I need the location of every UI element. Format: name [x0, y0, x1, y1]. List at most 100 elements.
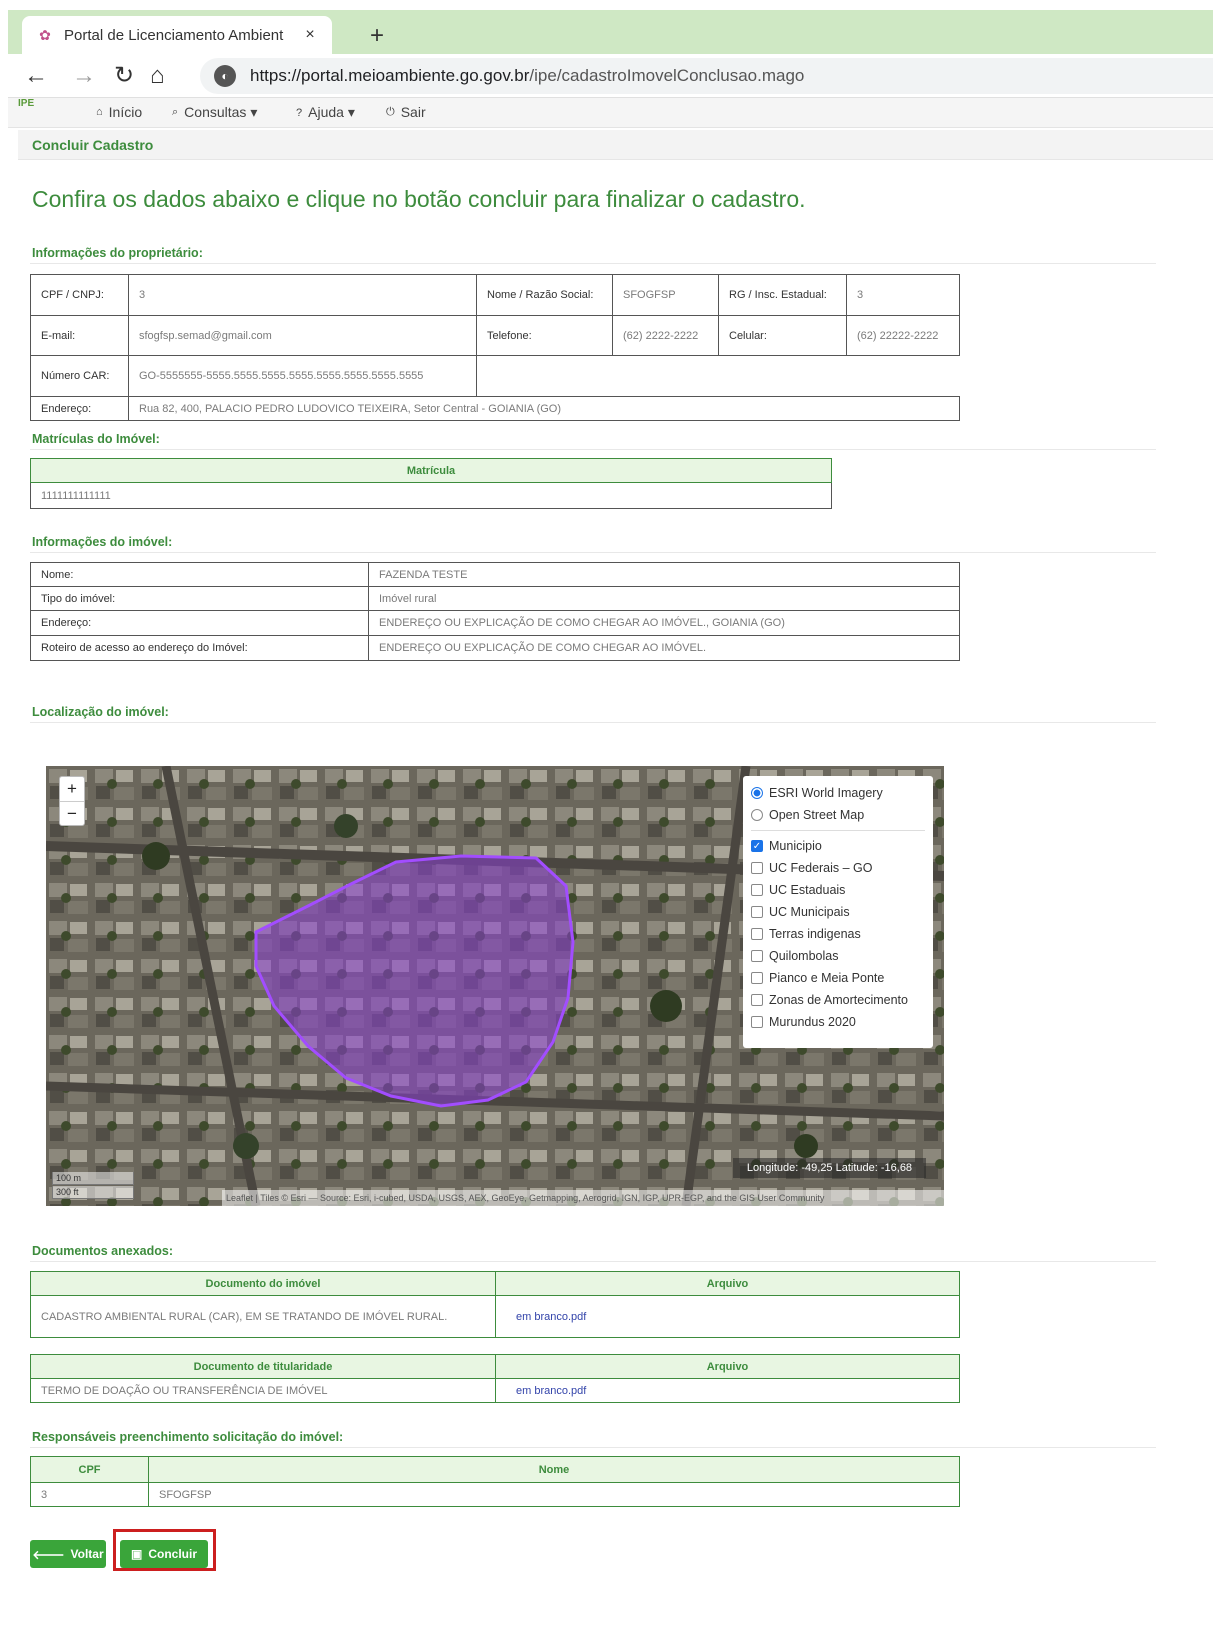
layer-label: Zonas de Amortecimento	[769, 993, 908, 1007]
documento-titularidade-file-link[interactable]: em branco.pdf	[495, 1378, 960, 1403]
endereco-label: Endereço:	[30, 396, 129, 421]
location-map[interactable]: + − ESRI World Imagery Open Street Map ✓…	[46, 766, 944, 1206]
base-layer-osm[interactable]: Open Street Map	[751, 804, 925, 826]
back-arrow-icon[interactable]: ←	[24, 62, 48, 90]
imovel-nome-value: FAZENDA TESTE	[368, 562, 960, 587]
section-divider	[30, 722, 1156, 723]
layer-label: UC Estaduais	[769, 883, 846, 897]
checkbox[interactable]	[751, 906, 763, 918]
car-value: GO-5555555-5555.5555.5555.5555.5555.5555…	[128, 355, 477, 397]
save-icon: ▣	[130, 1547, 143, 1561]
documento-imovel-file-link[interactable]: em branco.pdf	[495, 1295, 960, 1338]
reload-icon[interactable]: ↻	[114, 62, 134, 90]
page-title: Confira os dados abaixo e clique no botã…	[32, 186, 806, 212]
documentos-section-title: Documentos anexados:	[32, 1244, 174, 1258]
overlay-murundus[interactable]: Murundus 2020	[751, 1011, 925, 1033]
concluir-button[interactable]: ▣ Concluir	[120, 1540, 208, 1568]
overlay-zonas-amortecimento[interactable]: Zonas de Amortecimento	[751, 989, 925, 1011]
table-row: 3 SFOGFSP	[30, 1482, 960, 1507]
imovel-endereco-label: Endereço:	[30, 610, 369, 636]
close-tab-icon[interactable]: ×	[298, 26, 322, 44]
table-row: Nome: FAZENDA TESTE	[30, 562, 960, 587]
overlay-municipio[interactable]: ✓ Municipio	[751, 835, 925, 857]
overlay-uc-municipais[interactable]: UC Municipais	[751, 901, 925, 923]
empty-cell	[476, 355, 960, 397]
table-row: CADASTRO AMBIENTAL RURAL (CAR), EM SE TR…	[30, 1295, 960, 1338]
checkbox[interactable]	[751, 972, 763, 984]
table-row: Tipo do imóvel: Imóvel rural	[30, 586, 960, 611]
nav-inicio-label: Início	[108, 104, 143, 120]
responsavel-nome: SFOGFSP	[148, 1482, 960, 1507]
checkbox-checked[interactable]: ✓	[751, 840, 763, 852]
section-divider	[30, 552, 1156, 553]
overlay-uc-estaduais[interactable]: UC Estaduais	[751, 879, 925, 901]
celular-value: (62) 22222-2222	[846, 315, 960, 356]
imovel-roteiro-value: ENDEREÇO OU EXPLICAÇÃO DE COMO CHEGAR AO…	[368, 635, 960, 661]
radio-selected[interactable]	[751, 787, 763, 799]
zoom-out-button[interactable]: −	[60, 801, 84, 825]
overlay-pianco[interactable]: Pianco e Meia Ponte	[751, 967, 925, 989]
overlay-uc-federais[interactable]: UC Federais – GO	[751, 857, 925, 879]
cpf-value: 3	[128, 274, 477, 316]
layer-label: Murundus 2020	[769, 1015, 856, 1029]
concluir-label: Concluir	[148, 1547, 197, 1561]
new-tab-button[interactable]: +	[370, 24, 384, 48]
voltar-label: Voltar	[70, 1547, 104, 1561]
imovel-section-title: Informações do imóvel:	[32, 535, 173, 549]
power-icon: ⏻	[386, 105, 395, 118]
overlay-terras-indigenas[interactable]: Terras indigenas	[751, 923, 925, 945]
voltar-button[interactable]: 🡐 Voltar	[30, 1540, 106, 1568]
responsavel-cpf: 3	[30, 1482, 149, 1507]
nav-sair[interactable]: ⏻ Sair	[386, 104, 426, 120]
table-row: Roteiro de acesso ao endereço do Imóvel:…	[30, 635, 960, 661]
site-info-icon[interactable]: ◐	[214, 65, 236, 87]
car-label: Número CAR:	[30, 355, 129, 397]
nav-inicio[interactable]: ⌂ Início	[96, 104, 142, 120]
matriculas-table: Matrícula 1111111111111	[30, 458, 832, 509]
overlay-quilombolas[interactable]: Quilombolas	[751, 945, 925, 967]
checkbox[interactable]	[751, 862, 763, 874]
breadcrumb-current: Concluir Cadastro	[32, 137, 154, 153]
responsaveis-table: CPF Nome 3 SFOGFSP	[30, 1456, 960, 1507]
imovel-table: Nome: FAZENDA TESTE Tipo do imóvel: Imóv…	[30, 562, 960, 661]
cpf-label: CPF / CNPJ:	[30, 274, 129, 316]
scale-bar-metric: 100 m	[52, 1172, 134, 1185]
nome-value: SFOGFSP	[612, 274, 719, 316]
checkbox[interactable]	[751, 884, 763, 896]
nav-ajuda-label: Ajuda ▾	[308, 104, 355, 120]
documento-titularidade-name: TERMO DE DOAÇÃO OU TRANSFERÊNCIA DE IMÓV…	[30, 1378, 496, 1403]
rg-label: RG / Insc. Estadual:	[718, 274, 847, 316]
endereco-value: Rua 82, 400, PALACIO PEDRO LUDOVICO TEIX…	[128, 396, 960, 421]
url-scheme-host: https://portal.meioambiente.go.gov.br	[250, 66, 530, 85]
responsaveis-section-title: Responsáveis preenchimento solicitação d…	[32, 1430, 344, 1444]
layer-label: Open Street Map	[769, 808, 865, 822]
imovel-nome-label: Nome:	[30, 562, 369, 587]
checkbox[interactable]	[751, 950, 763, 962]
base-layer-esri[interactable]: ESRI World Imagery	[751, 782, 925, 804]
checkbox[interactable]	[751, 1016, 763, 1028]
checkbox[interactable]	[751, 928, 763, 940]
home-button-icon[interactable]: ⌂	[150, 62, 165, 90]
matriculas-section-title: Matrículas do Imóvel:	[32, 432, 160, 446]
address-bar: ← → ↻ ⌂ ◐ https://portal.meioambiente.go…	[8, 54, 1213, 98]
email-label: E-mail:	[30, 315, 129, 356]
owner-section-title: Informações do proprietário:	[32, 246, 203, 260]
url-field[interactable]: ◐ https://portal.meioambiente.go.gov.br …	[200, 58, 1213, 94]
layer-label: UC Municipais	[769, 905, 850, 919]
zoom-in-button[interactable]: +	[60, 777, 84, 801]
checkbox[interactable]	[751, 994, 763, 1006]
app-logo[interactable]: IPE	[18, 98, 34, 109]
browser-tab[interactable]: ✿ Portal de Licenciamento Ambient ×	[22, 16, 332, 54]
forward-arrow-icon[interactable]: →	[72, 62, 96, 90]
radio[interactable]	[751, 809, 763, 821]
url-path: /ipe/cadastroImovelConclusao.mago	[529, 66, 805, 85]
nav-ajuda[interactable]: ? Ajuda ▾	[296, 104, 355, 121]
map-attribution[interactable]: Leaflet | Tiles © Esri — Source: Esri, i…	[222, 1190, 944, 1206]
layer-label: Quilombolas	[769, 949, 839, 963]
layer-divider	[751, 830, 925, 831]
matricula-header: Matrícula	[30, 458, 832, 483]
nav-consultas[interactable]: ⌕ Consultas ▾	[172, 104, 257, 121]
section-divider	[30, 449, 1156, 450]
search-icon: ⌕	[172, 106, 179, 118]
table-row: TERMO DE DOAÇÃO OU TRANSFERÊNCIA DE IMÓV…	[30, 1378, 960, 1403]
